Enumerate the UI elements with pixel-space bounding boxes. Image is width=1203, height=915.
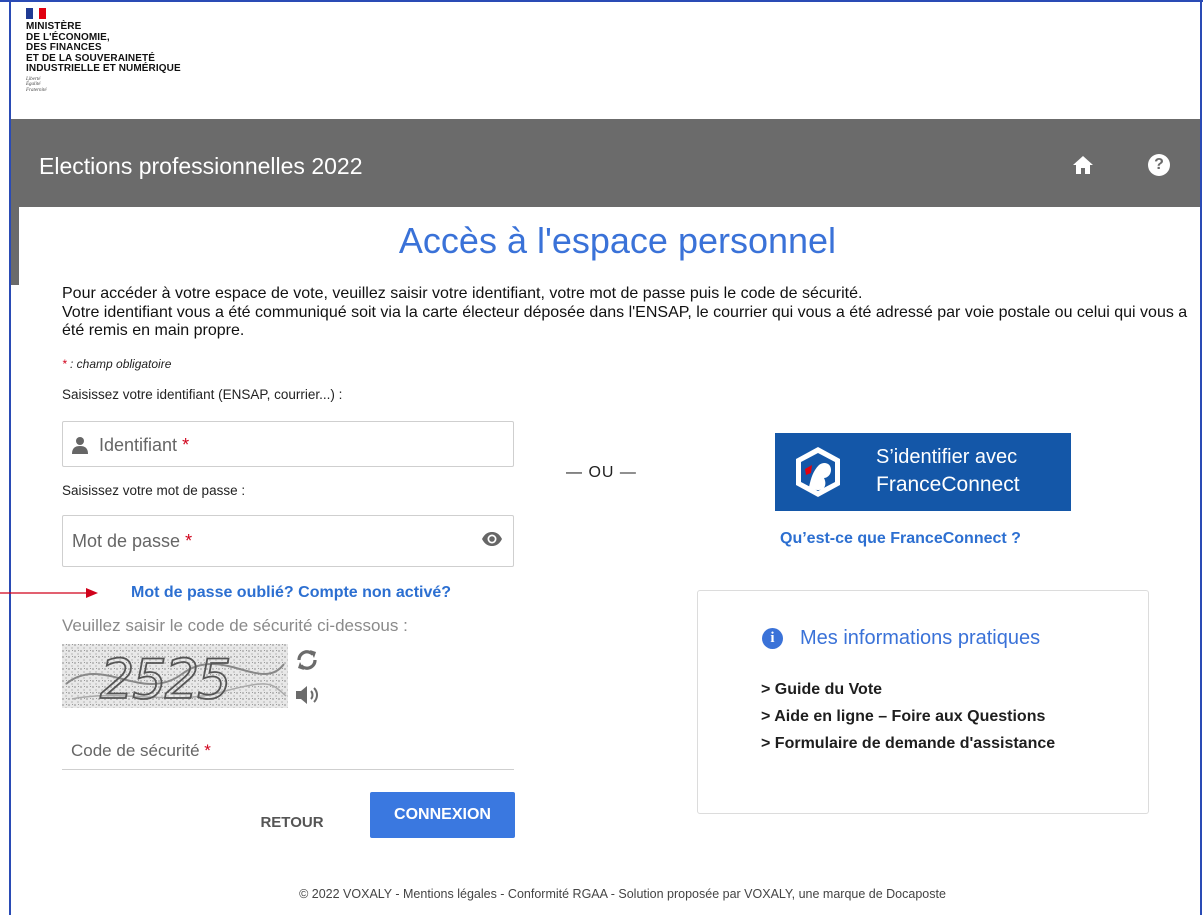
eye-icon[interactable] <box>481 531 503 547</box>
faq-link[interactable]: > Aide en ligne – Foire aux Questions <box>761 708 1055 726</box>
ministry-line: INDUSTRIELLE ET NUMÉRIQUE <box>26 63 181 74</box>
identifier-placeholder: Identifiant * <box>99 435 190 455</box>
info-icon: i <box>762 628 783 649</box>
info-links: > Guide du Vote > Aide en ligne – Foire … <box>761 681 1055 762</box>
help-icon[interactable]: ? <box>1148 154 1170 176</box>
refresh-icon[interactable] <box>295 648 319 672</box>
ministry-name: MINISTÈRE DE L'ÉCONOMIE, DES FINANCES ET… <box>26 21 181 75</box>
password-input[interactable]: Mot de passe * <box>62 515 514 567</box>
home-icon[interactable] <box>1071 153 1095 177</box>
required-note-text: : champ obligatoire <box>66 357 172 371</box>
identifier-label: Saisissez votre identifiant (ENSAP, cour… <box>62 387 343 402</box>
info-box: i Mes informations pratiques > Guide du … <box>697 590 1149 814</box>
password-label: Saisissez votre mot de passe : <box>62 483 246 498</box>
intro-text: Pour accéder à votre espace de vote, veu… <box>62 285 1192 341</box>
annotation-arrow <box>0 588 98 598</box>
franceconnect-logo-icon <box>796 447 840 497</box>
ministry-line: DES FINANCES <box>26 42 102 53</box>
app-header: Elections professionnelles 2022 ? <box>11 119 1200 207</box>
franceconnect-line1: S’identifier avec <box>876 446 1018 468</box>
captcha-label: Veuillez saisir le code de sécurité ci-d… <box>62 616 408 635</box>
captcha-image: 2525 <box>62 644 288 708</box>
info-box-title: Mes informations pratiques <box>800 627 1041 649</box>
intro-line: Votre identifiant vous a été communiqué … <box>62 303 1188 340</box>
ministry-logo: MINISTÈRE DE L'ÉCONOMIE, DES FINANCES ET… <box>26 8 181 93</box>
audio-icon[interactable] <box>294 684 322 706</box>
guide-link[interactable]: > Guide du Vote <box>761 681 1055 699</box>
ministry-line: MINISTÈRE <box>26 21 82 32</box>
frame-top-border <box>0 0 1203 2</box>
franceconnect-info-link[interactable]: Qu’est-ce que FranceConnect ? <box>780 530 1021 548</box>
back-button[interactable]: RETOUR <box>238 796 346 840</box>
flag-icon <box>26 8 47 19</box>
app-title: Elections professionnelles 2022 <box>39 153 363 179</box>
user-icon <box>72 437 88 454</box>
or-separator: — OU — <box>566 464 637 481</box>
franceconnect-line2: FranceConnect <box>876 473 1020 496</box>
captcha-text: 2525 <box>100 648 229 708</box>
login-button[interactable]: CONNEXION <box>370 792 515 838</box>
security-code-input[interactable]: Code de sécurité * <box>62 730 514 770</box>
frame-right-border <box>1200 0 1202 915</box>
republic-motto: Liberté Égalité Fraternité <box>26 77 181 94</box>
security-code-placeholder: Code de sécurité * <box>71 741 211 760</box>
franceconnect-button[interactable]: S’identifier avec FranceConnect <box>775 433 1071 511</box>
assistance-link[interactable]: > Formulaire de demande d'assistance <box>761 735 1055 753</box>
identifier-input[interactable]: Identifiant * <box>62 421 514 467</box>
footer: © 2022 VOXALY - Mentions légales - Confo… <box>299 887 946 901</box>
required-note: * : champ obligatoire <box>62 357 171 371</box>
page-title: Accès à l'espace personnel <box>398 220 837 261</box>
intro-line: Pour accéder à votre espace de vote, veu… <box>62 285 863 302</box>
forgot-password-link[interactable]: Mot de passe oublié? Compte non activé? <box>131 584 451 602</box>
motto-line: Fraternité <box>26 87 47 93</box>
password-placeholder: Mot de passe * <box>72 531 193 551</box>
